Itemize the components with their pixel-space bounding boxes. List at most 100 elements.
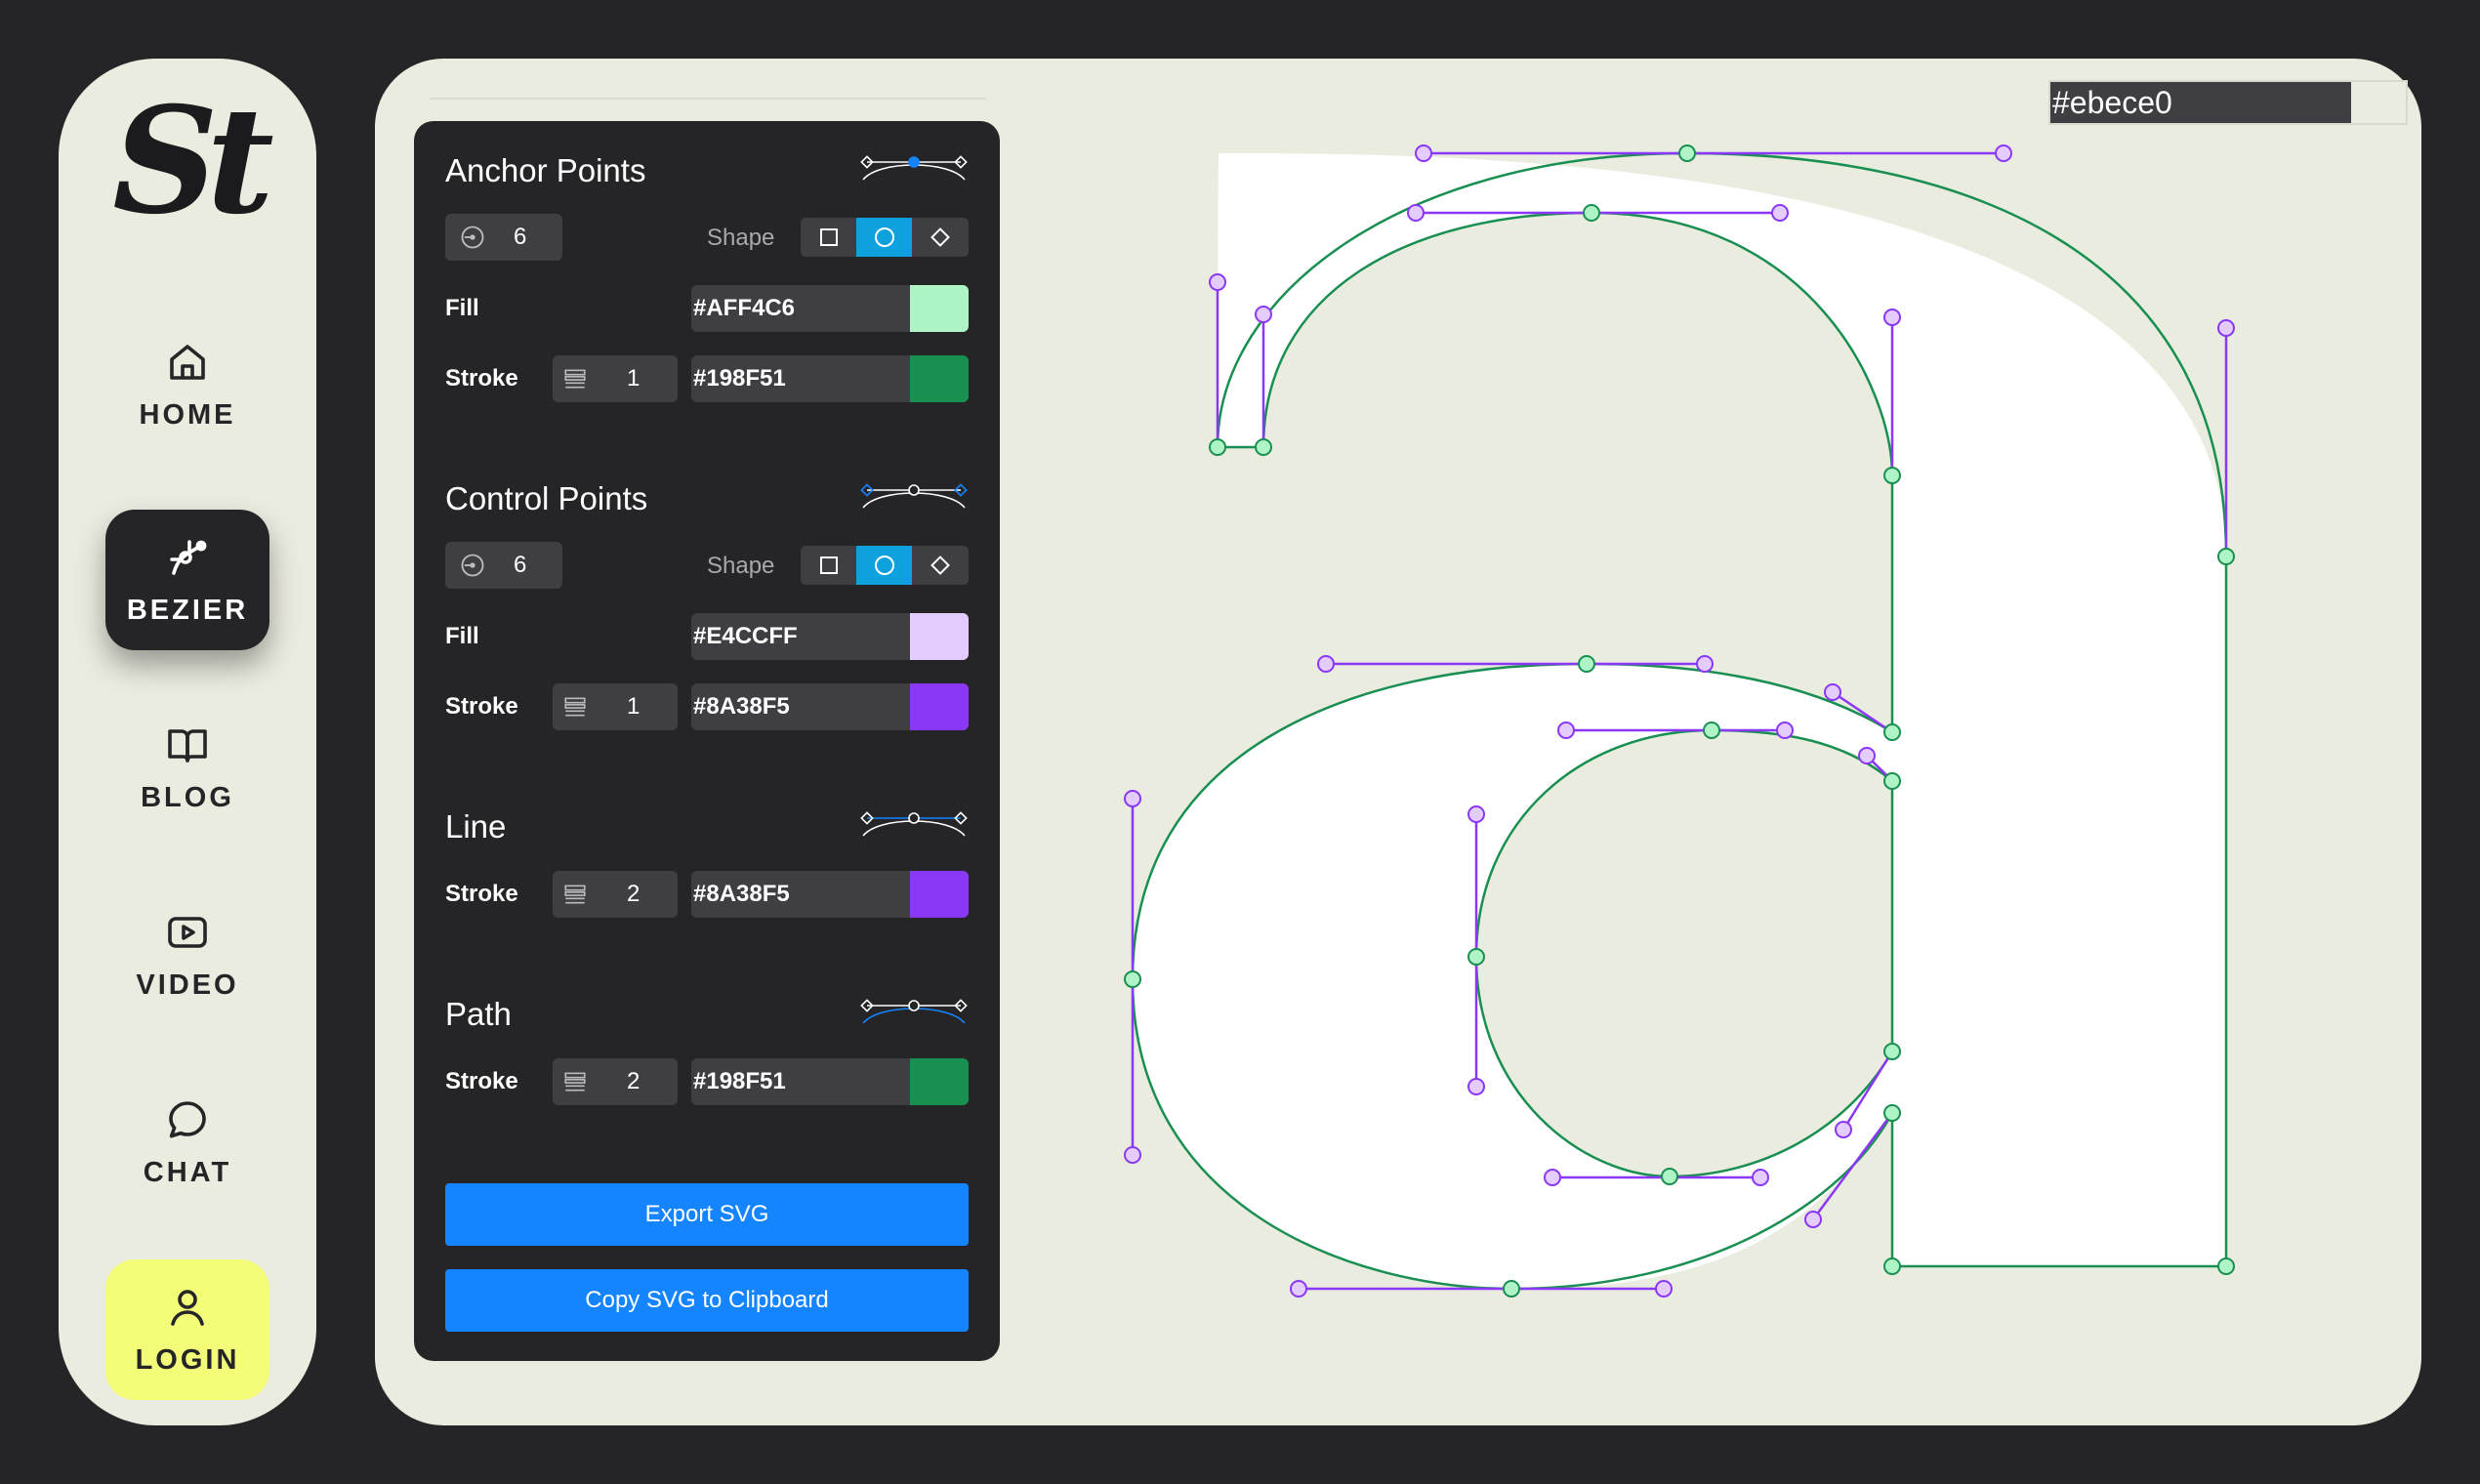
control-point[interactable]: [2217, 319, 2235, 337]
anchor-fill-label: Fill: [445, 295, 479, 321]
anchor-points-section-icon: [860, 155, 968, 181]
control-point[interactable]: [1858, 747, 1876, 764]
control-point[interactable]: [1696, 655, 1714, 673]
square-icon: [819, 556, 838, 574]
line-section-icon: [860, 811, 968, 837]
control-point[interactable]: [1557, 721, 1575, 739]
control-point[interactable]: [1290, 1280, 1307, 1298]
copy-svg-button[interactable]: Copy SVG to Clipboard: [445, 1269, 969, 1332]
anchor-stroke-width[interactable]: 1: [553, 355, 678, 402]
anchor-point[interactable]: [1703, 721, 1720, 739]
control-point[interactable]: [1415, 144, 1432, 162]
control-shape-square[interactable]: [801, 546, 856, 585]
control-count-stepper[interactable]: 6: [445, 542, 562, 589]
anchor-point[interactable]: [1883, 723, 1901, 741]
control-point[interactable]: [1804, 1211, 1822, 1228]
line-stroke-width[interactable]: 2: [553, 871, 678, 918]
control-count-icon: [461, 554, 484, 577]
control-stroke-hex[interactable]: #8A38F5: [693, 683, 790, 730]
anchor-point[interactable]: [1661, 1168, 1678, 1185]
anchor-stroke-label: Stroke: [445, 365, 518, 392]
anchor-point[interactable]: [1678, 144, 1696, 162]
anchor-point[interactable]: [1209, 438, 1226, 456]
control-fill-hex[interactable]: #E4CCFF: [693, 613, 798, 660]
control-point[interactable]: [1752, 1169, 1769, 1186]
control-point[interactable]: [1544, 1169, 1561, 1186]
anchor-shape-selector[interactable]: [801, 218, 969, 257]
anchor-point[interactable]: [1883, 467, 1901, 484]
control-point[interactable]: [1124, 790, 1141, 807]
path-section-icon: [860, 999, 968, 1024]
control-stroke-color[interactable]: #8A38F5: [691, 683, 969, 730]
anchor-point[interactable]: [1583, 204, 1600, 222]
anchor-count-stepper[interactable]: 6: [445, 214, 562, 261]
anchor-shape-diamond[interactable]: [912, 218, 968, 257]
line-stroke-swatch[interactable]: [910, 871, 969, 918]
control-stroke-label: Stroke: [445, 693, 518, 720]
anchor-point[interactable]: [1255, 438, 1272, 456]
control-points-title: Control Points: [445, 480, 648, 516]
anchor-fill-hex[interactable]: #AFF4C6: [693, 285, 795, 332]
line-stroke-hex[interactable]: #8A38F5: [693, 871, 790, 918]
line-stroke-color[interactable]: #8A38F5: [691, 871, 969, 918]
anchor-points-title: Anchor Points: [445, 152, 646, 188]
canvas-color-value[interactable]: #ebece0: [2050, 82, 2351, 123]
control-stroke-width[interactable]: 1: [553, 683, 678, 730]
anchor-stroke-color[interactable]: #198F51: [691, 355, 969, 402]
control-point[interactable]: [1995, 144, 2012, 162]
canvas-color-field[interactable]: #ebece0: [2048, 80, 2408, 125]
anchor-shape-square[interactable]: [801, 218, 856, 257]
control-point[interactable]: [1255, 306, 1272, 323]
line-stroke-width-value: 2: [627, 881, 641, 907]
path-stroke-swatch[interactable]: [910, 1058, 969, 1105]
anchor-point[interactable]: [1883, 772, 1901, 790]
control-points-section-icon: [860, 483, 968, 509]
anchor-point[interactable]: [1883, 1257, 1901, 1275]
anchor-point[interactable]: [1467, 948, 1485, 966]
anchor-shape-circle[interactable]: [856, 218, 912, 257]
line-stroke-label: Stroke: [445, 881, 518, 907]
control-point[interactable]: [1655, 1280, 1673, 1298]
anchor-point[interactable]: [2217, 548, 2235, 565]
anchor-fill-color[interactable]: #AFF4C6: [691, 285, 969, 332]
path-stroke-color[interactable]: #198F51: [691, 1058, 969, 1105]
control-point[interactable]: [1124, 1146, 1141, 1164]
control-shape-diamond[interactable]: [912, 546, 968, 585]
anchor-point[interactable]: [1578, 655, 1595, 673]
control-count-value: 6: [514, 552, 527, 578]
path-stroke-label: Stroke: [445, 1068, 518, 1094]
anchor-count-value: 6: [514, 224, 527, 250]
anchor-fill-swatch[interactable]: [910, 285, 969, 332]
control-point[interactable]: [1883, 309, 1901, 326]
path-stroke-hex[interactable]: #198F51: [693, 1058, 786, 1105]
control-point[interactable]: [1835, 1121, 1852, 1138]
anchor-point[interactable]: [1883, 1043, 1901, 1060]
control-point[interactable]: [1467, 1078, 1485, 1095]
control-fill-label: Fill: [445, 623, 479, 649]
path-title: Path: [445, 996, 512, 1032]
control-point[interactable]: [1824, 683, 1841, 701]
anchor-count-icon: [461, 226, 484, 249]
control-point[interactable]: [1209, 273, 1226, 291]
control-point[interactable]: [1317, 655, 1335, 673]
control-fill-swatch[interactable]: [910, 613, 969, 660]
anchor-point[interactable]: [1503, 1280, 1520, 1298]
path-stroke-width[interactable]: 2: [553, 1058, 678, 1105]
glyph-a-outline[interactable]: [0, 0, 2480, 1484]
anchor-point[interactable]: [1883, 1104, 1901, 1122]
control-shape-selector[interactable]: [801, 546, 969, 585]
control-fill-color[interactable]: #E4CCFF: [691, 613, 969, 660]
control-point[interactable]: [1771, 204, 1789, 222]
stroke-width-icon: [564, 1072, 586, 1092]
anchor-stroke-hex[interactable]: #198F51: [693, 355, 786, 402]
control-point[interactable]: [1467, 805, 1485, 823]
control-point[interactable]: [1776, 721, 1794, 739]
anchor-point[interactable]: [2217, 1257, 2235, 1275]
anchor-stroke-swatch[interactable]: [910, 355, 969, 402]
control-point[interactable]: [1407, 204, 1425, 222]
control-shape-circle[interactable]: [856, 546, 912, 585]
export-svg-button[interactable]: Export SVG: [445, 1183, 969, 1246]
control-stroke-width-value: 1: [627, 693, 641, 720]
anchor-point[interactable]: [1124, 970, 1141, 988]
control-stroke-swatch[interactable]: [910, 683, 969, 730]
